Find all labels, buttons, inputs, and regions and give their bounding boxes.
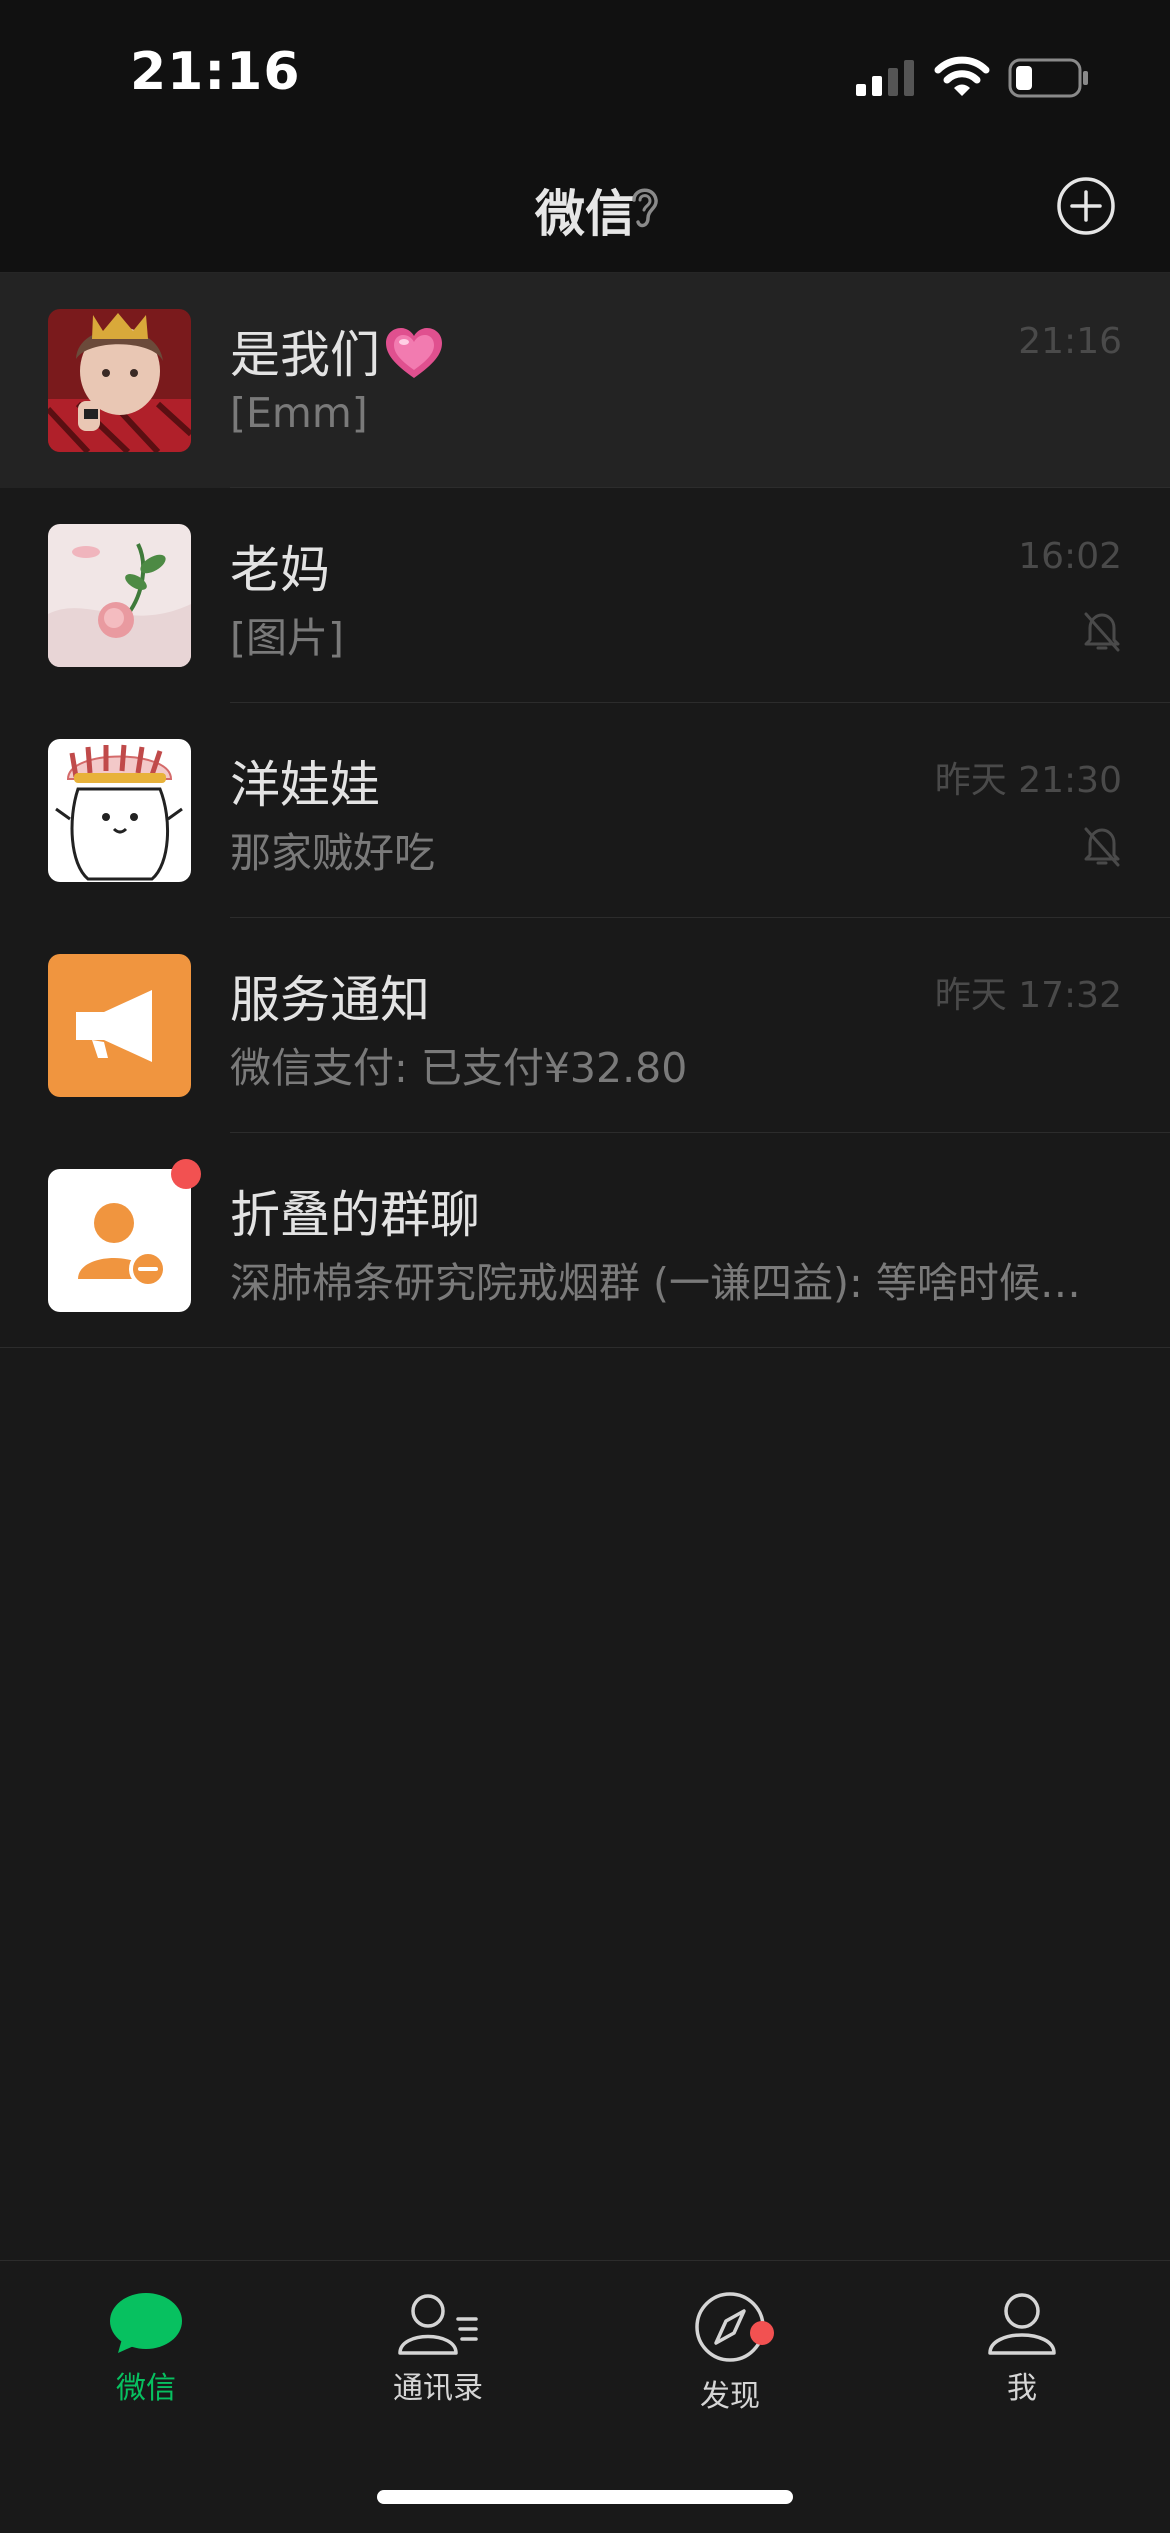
chat-preview: 深肺棉条研究院戒烟群 (一谦四益): 等啥时候… [230, 1259, 1081, 1307]
chat-preview: 那家贼好吃 [230, 829, 435, 877]
avatar [48, 739, 191, 882]
ear-icon [632, 188, 658, 228]
tab-label: 我 [1007, 2371, 1037, 2406]
status-time: 21:16 [130, 42, 301, 102]
tab-contacts[interactable]: 通讯录 [338, 2291, 538, 2441]
tab-chats[interactable]: 微信 [46, 2291, 246, 2441]
tab-label: 发现 [700, 2379, 760, 2414]
group-fold-icon [94, 1203, 134, 1243]
mute-bell-icon [1084, 612, 1120, 652]
chat-name: 老妈 [230, 541, 330, 599]
person-icon [988, 2293, 1056, 2355]
home-indicator[interactable] [377, 2490, 793, 2504]
nav-bar: 微信 [0, 140, 1170, 273]
chat-time: 16:02 [1018, 536, 1122, 577]
wifi-icon [934, 56, 990, 96]
chat-name-text: 是我们 [230, 326, 380, 384]
chat-list: 是我们 [Emm] 21:16 老妈 [图片] 16:02 洋娃娃 那家贼好吃 … [0, 273, 1170, 1348]
tab-label: 微信 [116, 2371, 176, 2406]
chat-row[interactable]: 是我们 [Emm] 21:16 [0, 273, 1170, 488]
cellular-signal-icon [856, 60, 914, 96]
unread-dot [171, 1159, 201, 1189]
chat-row[interactable]: 洋娃娃 那家贼好吃 昨天 21:30 [0, 703, 1170, 918]
avatar [48, 309, 191, 452]
tab-label: 通讯录 [393, 2371, 483, 2406]
chat-preview: [Emm] [230, 389, 368, 437]
chat-name: 服务通知 [230, 971, 430, 1029]
chat-time: 21:16 [1018, 321, 1122, 362]
chat-bubble-icon [110, 2293, 182, 2353]
folded-group-avatar [48, 1169, 191, 1312]
chat-row[interactable]: 服务通知 微信支付: 已支付¥32.80 昨天 17:32 [0, 918, 1170, 1133]
heart-emoji-icon [386, 328, 442, 378]
status-bar: 21:16 [0, 0, 1170, 140]
chat-time: 昨天 17:32 [934, 975, 1122, 1016]
service-notification-avatar [48, 954, 191, 1097]
battery-icon [1008, 58, 1088, 98]
discover-badge-dot [750, 2321, 774, 2345]
chat-name: 折叠的群聊 [230, 1186, 480, 1244]
add-button[interactable] [1056, 176, 1116, 236]
chat-time: 昨天 21:30 [934, 760, 1122, 801]
chat-preview: 微信支付: 已支付¥32.80 [230, 1044, 688, 1092]
avatar [48, 524, 191, 667]
tab-discover[interactable]: 发现 [630, 2291, 830, 2441]
chat-name: 是我们 [230, 315, 444, 387]
contacts-icon [398, 2294, 478, 2355]
chat-name: 洋娃娃 [230, 756, 380, 814]
divider [0, 1347, 1170, 1348]
chat-row[interactable]: 老妈 [图片] 16:02 [0, 488, 1170, 703]
mute-bell-icon [1084, 827, 1120, 867]
chat-row[interactable]: 折叠的群聊 深肺棉条研究院戒烟群 (一谦四益): 等啥时候… [0, 1133, 1170, 1348]
tab-me[interactable]: 我 [922, 2291, 1122, 2441]
chat-preview: [图片] [230, 614, 344, 662]
page-title: 微信 [535, 185, 635, 243]
